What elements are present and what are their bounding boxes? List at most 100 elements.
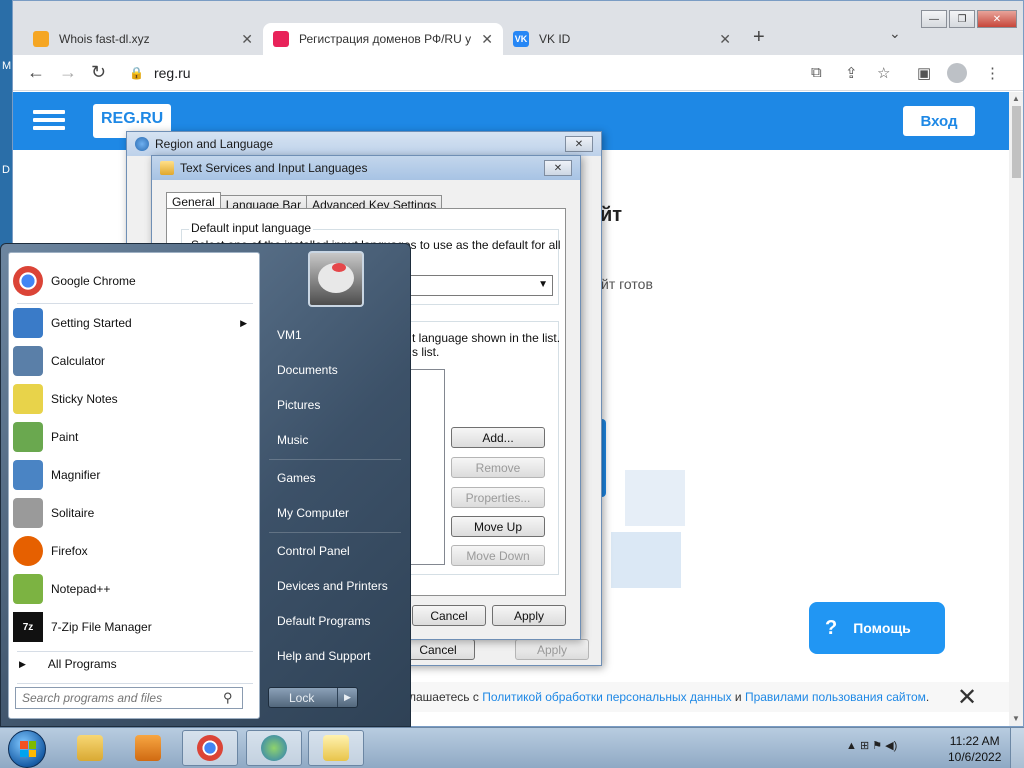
back-button[interactable]: ← — [27, 62, 45, 83]
chrome-icon — [13, 266, 43, 296]
region-apply-button[interactable]: Apply — [515, 639, 589, 660]
question-icon: ? — [825, 616, 838, 639]
program-google-chrome[interactable]: Google Chrome — [13, 263, 257, 299]
program-label: Getting Started — [51, 316, 132, 330]
shutdown-options-icon[interactable]: ▶ — [337, 688, 357, 707]
profile-avatar[interactable] — [947, 63, 967, 83]
dialog-close-button[interactable]: ✕ — [544, 160, 572, 176]
window-controls: — ❐ ✕ — [921, 10, 1017, 28]
tab-regru[interactable]: Регистрация доменов РФ/RU у ✕ — [263, 23, 503, 55]
dialog-titlebar: Region and Language — [127, 132, 601, 156]
program-label: Magnifier — [51, 468, 101, 482]
desktop-icon-label: D — [2, 164, 10, 176]
side-panel-icon[interactable]: ▣ — [917, 64, 931, 82]
user-picture[interactable] — [308, 251, 364, 307]
privacy-policy-link[interactable]: Политикой обработки персональных данных — [482, 690, 731, 704]
region-cancel-button[interactable]: Cancel — [401, 639, 475, 660]
apply-button[interactable]: Apply — [492, 605, 566, 626]
program-paint[interactable]: Paint — [13, 419, 257, 455]
start-item-help-support[interactable]: Help and Support — [277, 649, 370, 663]
scroll-thumb[interactable] — [1012, 106, 1021, 178]
tab-whois[interactable]: Whois fast-dl.xyz ✕ — [23, 23, 263, 55]
chrome-menu-icon[interactable]: ⋮ — [985, 64, 1000, 82]
program-magnifier[interactable]: Magnifier — [13, 457, 257, 493]
start-item-control-panel[interactable]: Control Panel — [277, 544, 350, 558]
taskbar-chrome[interactable] — [182, 730, 238, 766]
system-tray[interactable]: ▲ ⊞ ⚑ ◀) — [846, 739, 897, 752]
program-firefox[interactable]: Firefox — [13, 533, 257, 569]
share-icon[interactable]: ⇪ — [845, 64, 858, 82]
magnifier-icon — [13, 460, 43, 490]
close-icon[interactable]: ✕ — [719, 31, 731, 48]
taskbar-explorer[interactable] — [62, 730, 118, 766]
move-down-button[interactable]: Move Down — [451, 545, 545, 566]
clock-time: 11:22 AM — [949, 734, 1000, 748]
close-icon[interactable]: ✕ — [481, 31, 493, 48]
forward-button[interactable]: → — [59, 62, 77, 83]
help-button[interactable]: ? Помощь — [809, 602, 945, 654]
start-item-my-computer[interactable]: My Computer — [277, 506, 349, 520]
tab-title: Whois fast-dl.xyz — [59, 32, 150, 46]
search-icon[interactable]: ⚲ — [223, 690, 233, 706]
program-getting-started[interactable]: Getting Started ▶ — [13, 305, 257, 341]
close-icon[interactable]: ✕ — [241, 31, 253, 48]
properties-button[interactable]: Properties... — [451, 487, 545, 508]
start-button[interactable] — [8, 730, 46, 768]
scroll-up-icon[interactable]: ▲ — [1012, 94, 1020, 103]
start-item-games[interactable]: Games — [277, 471, 316, 485]
program-sticky-notes[interactable]: Sticky Notes — [13, 381, 257, 417]
start-item-documents[interactable]: Documents — [277, 363, 338, 377]
restore-button[interactable]: ❐ — [949, 10, 975, 28]
hamburger-menu-icon[interactable] — [33, 110, 65, 130]
cookie-close-button[interactable]: ✕ — [957, 683, 977, 712]
new-tab-button[interactable]: + — [753, 26, 765, 49]
page-scrollbar[interactable]: ▲ ▼ — [1009, 92, 1023, 726]
program-calculator[interactable]: Calculator — [13, 343, 257, 379]
program-label: Paint — [51, 430, 79, 444]
dialog-close-button[interactable]: ✕ — [565, 136, 593, 152]
taskbar-media-player[interactable] — [120, 730, 176, 766]
vk-favicon-icon: VK — [513, 31, 529, 47]
add-button[interactable]: Add... — [451, 427, 545, 448]
remove-button[interactable]: Remove — [451, 457, 545, 478]
start-item-devices-printers[interactable]: Devices and Printers — [277, 579, 388, 593]
keyboard-icon — [160, 161, 174, 175]
start-search-input[interactable] — [15, 687, 243, 709]
separator — [17, 303, 253, 304]
move-up-button[interactable]: Move Up — [451, 516, 545, 537]
scroll-down-icon[interactable]: ▼ — [1012, 714, 1020, 723]
program-solitaire[interactable]: Solitaire — [13, 495, 257, 531]
program-label: Notepad++ — [51, 582, 111, 596]
tab-vkid[interactable]: VK VK ID ✕ — [503, 23, 741, 55]
taskbar-region-language[interactable] — [246, 730, 302, 766]
reload-button[interactable]: ↻ — [91, 62, 106, 83]
tab-search-button[interactable]: ⌄ — [889, 25, 901, 42]
show-desktop-button[interactable] — [1010, 728, 1024, 768]
all-programs-button[interactable]: ▶ All Programs — [19, 657, 117, 671]
address-bar[interactable]: 🔒 reg.ru — [123, 59, 803, 87]
browser-toolbar: ← → ↻ 🔒 reg.ru ⧉ ⇪ ☆ ▣ ⋮ — [13, 55, 1023, 91]
program-notepad-plus-plus[interactable]: Notepad++ — [13, 571, 257, 607]
separator — [269, 532, 401, 533]
bookmark-star-icon[interactable]: ☆ — [877, 64, 890, 82]
translate-icon[interactable]: ⧉ — [811, 64, 822, 81]
taskbar-text-services[interactable] — [308, 730, 364, 766]
terms-link[interactable]: Правилами пользования сайтом — [745, 690, 926, 704]
start-item-vm1[interactable]: VM1 — [277, 328, 302, 342]
whois-favicon-icon — [33, 31, 49, 47]
lock-button[interactable]: Lock ▶ — [268, 687, 358, 708]
start-item-default-programs[interactable]: Default Programs — [277, 614, 370, 628]
program-7zip[interactable]: 7z 7-Zip File Manager — [13, 609, 257, 645]
clock[interactable]: 11:22 AM 10/6/2022 — [948, 733, 1001, 765]
start-item-pictures[interactable]: Pictures — [277, 398, 320, 412]
calculator-icon — [13, 346, 43, 376]
tab-strip: Whois fast-dl.xyz ✕ Регистрация доменов … — [13, 1, 1023, 55]
minimize-button[interactable]: — — [921, 10, 947, 28]
login-button[interactable]: Вход — [903, 106, 975, 136]
window-close-button[interactable]: ✕ — [977, 10, 1017, 28]
cancel-button[interactable]: Cancel — [412, 605, 486, 626]
firefox-icon — [13, 536, 43, 566]
group-description: t language shown in the list. — [412, 331, 561, 345]
start-item-music[interactable]: Music — [277, 433, 308, 447]
folder-icon — [77, 735, 103, 761]
